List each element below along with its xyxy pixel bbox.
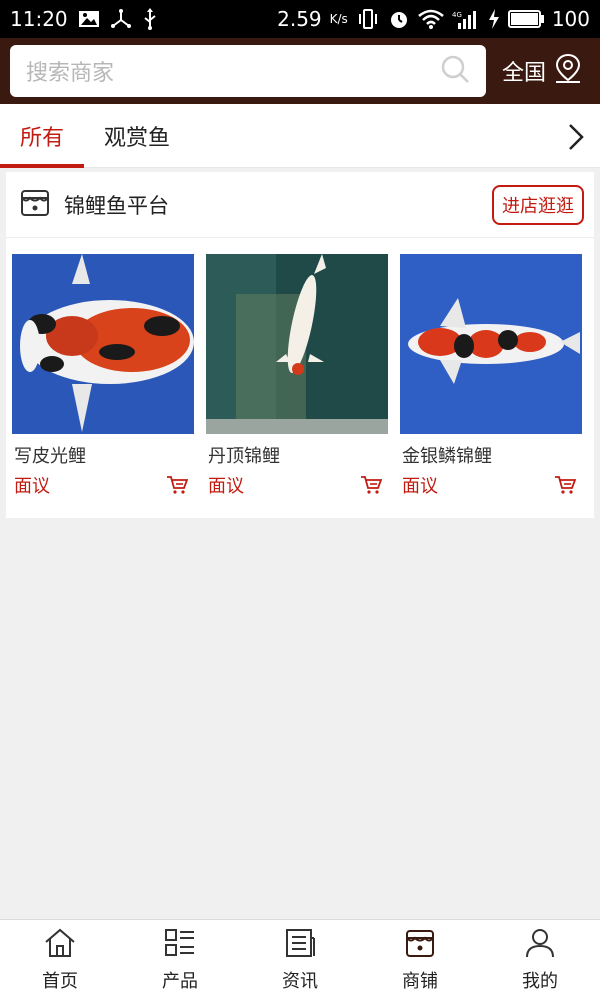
- search-icon[interactable]: [440, 54, 470, 88]
- visit-store-button[interactable]: 进店逛逛: [492, 184, 584, 225]
- grid-list-icon: [164, 928, 196, 963]
- battery-icon: [507, 10, 544, 28]
- nav-products[interactable]: 产品: [120, 920, 240, 1000]
- wifi-icon: [418, 9, 444, 29]
- store-icon: [20, 188, 50, 222]
- news-icon: [284, 928, 316, 963]
- image-notification-icon: [78, 10, 100, 28]
- status-bar: 11:20 2.59 K/s 4G 100: [0, 0, 600, 38]
- product-item[interactable]: 写皮光鲤 面议: [12, 254, 194, 498]
- alarm-icon: [388, 8, 410, 30]
- status-right: 2.59 K/s 4G 100: [277, 7, 590, 31]
- product-price: 面议: [208, 476, 244, 497]
- nav-home[interactable]: 首页: [0, 920, 120, 1000]
- product-name: 金银鳞锦鲤: [402, 446, 492, 467]
- product-meta: 面议: [206, 472, 388, 498]
- store-nav-icon: [404, 928, 436, 963]
- shop-name: 锦鲤鱼平台: [64, 193, 169, 218]
- app-header: 搜索商家 全国: [0, 38, 600, 104]
- search-placeholder: 搜索商家: [26, 61, 115, 86]
- vibrate-icon: [356, 8, 380, 30]
- nav-home-label: 首页: [42, 970, 78, 992]
- search-input[interactable]: 搜索商家: [10, 45, 486, 97]
- shop-card: 锦鲤鱼平台 进店逛逛 写皮光鲤 面议 丹顶锦鲤 面议 金银鳞锦鲤 面议: [6, 172, 594, 518]
- cart-icon[interactable]: [166, 475, 188, 495]
- category-tabs: 所有 观赏鱼: [0, 104, 600, 168]
- region-selector[interactable]: 全国: [502, 53, 582, 89]
- region-label: 全国: [502, 61, 547, 86]
- battery-level: 100: [551, 7, 590, 31]
- product-meta: 面议: [12, 472, 194, 498]
- nav-shops-label: 商铺: [402, 970, 438, 992]
- tab-ornamental-fish[interactable]: 观赏鱼: [104, 104, 170, 168]
- share-network-icon: [110, 9, 132, 29]
- product-image-koi-2[interactable]: [206, 254, 388, 434]
- product-price: 面议: [402, 476, 438, 497]
- product-item[interactable]: 金银鳞锦鲤 面议: [400, 254, 582, 498]
- chevron-right-icon[interactable]: [562, 122, 588, 152]
- network-speed-unit: K/s: [329, 12, 348, 26]
- usb-icon: [142, 8, 158, 30]
- product-name: 丹顶锦鲤: [208, 446, 280, 467]
- bottom-nav: 首页 产品 资讯 商铺 我的: [0, 919, 600, 1000]
- nav-news[interactable]: 资讯: [240, 920, 360, 1000]
- location-pin-icon: [554, 53, 582, 89]
- nav-mine-label: 我的: [522, 970, 558, 992]
- status-time: 11:20: [10, 7, 68, 31]
- home-icon: [44, 928, 76, 963]
- network-speed: 2.59: [277, 7, 322, 31]
- svg-text:4G: 4G: [452, 11, 462, 19]
- nav-mine[interactable]: 我的: [480, 920, 600, 1000]
- tab-all[interactable]: 所有: [0, 104, 84, 168]
- user-icon: [524, 928, 556, 963]
- nav-products-label: 产品: [162, 970, 198, 992]
- product-list: 写皮光鲤 面议 丹顶锦鲤 面议 金银鳞锦鲤 面议: [6, 238, 594, 518]
- product-meta: 面议: [400, 472, 582, 498]
- product-image-koi-1[interactable]: [12, 254, 194, 434]
- app-screen: 11:20 2.59 K/s 4G 100 搜索商家 全国 所有 观赏鱼 锦鲤鱼…: [0, 0, 600, 1000]
- cart-icon[interactable]: [360, 475, 382, 495]
- signal-4g-icon: 4G: [452, 9, 480, 29]
- status-left: 11:20: [10, 7, 158, 31]
- product-name: 写皮光鲤: [14, 446, 86, 467]
- product-item[interactable]: 丹顶锦鲤 面议: [206, 254, 388, 498]
- product-image-koi-3[interactable]: [400, 254, 582, 434]
- nav-shops[interactable]: 商铺: [360, 920, 480, 1000]
- cart-icon[interactable]: [554, 475, 576, 495]
- shop-header: 锦鲤鱼平台 进店逛逛: [6, 172, 594, 238]
- nav-news-label: 资讯: [282, 970, 318, 992]
- product-price: 面议: [14, 476, 50, 497]
- charging-icon: [488, 9, 500, 29]
